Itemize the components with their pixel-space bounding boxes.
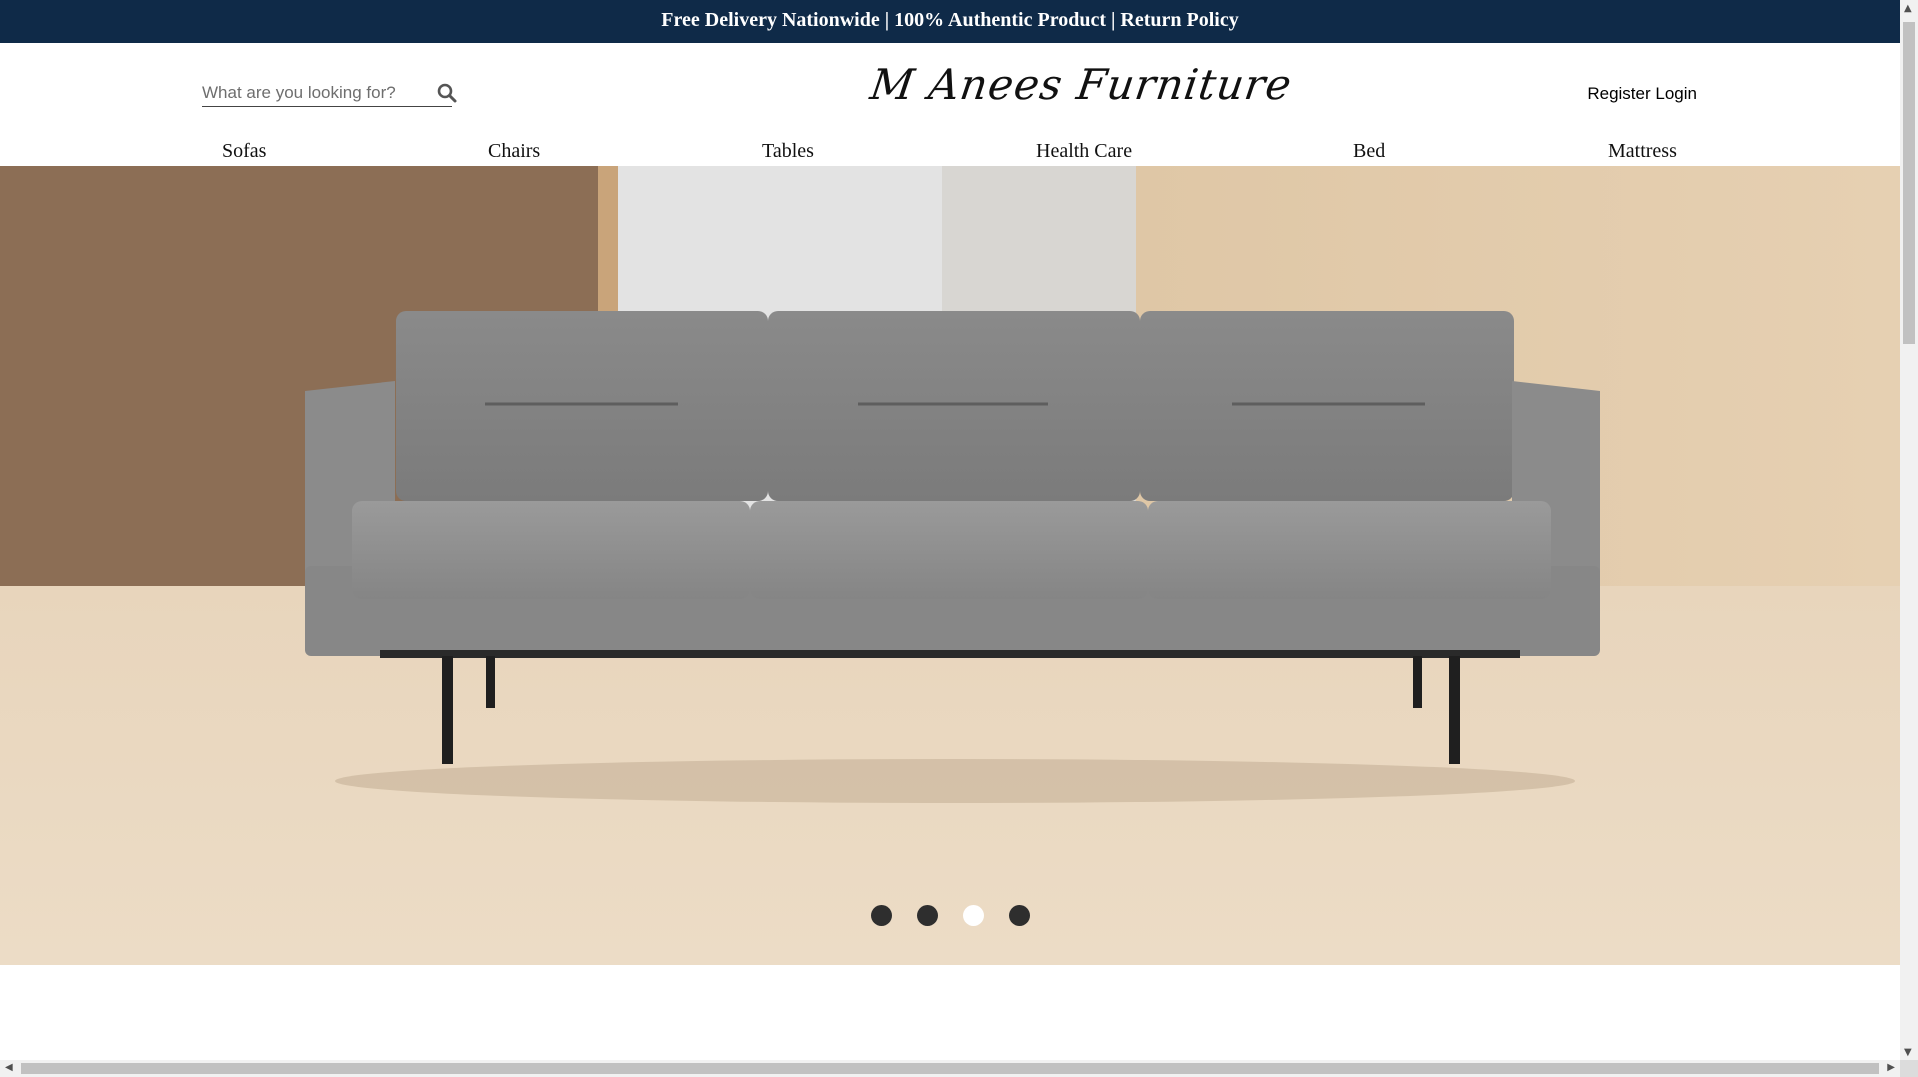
- account-links: Register Login: [1587, 84, 1697, 104]
- horizontal-scrollbar[interactable]: ◀ ▶: [0, 1060, 1900, 1077]
- scrollbar-corner: [1900, 1060, 1918, 1077]
- register-link[interactable]: Register: [1587, 84, 1650, 103]
- announcement-text: Free Delivery Nationwide | 100% Authenti…: [661, 9, 1239, 31]
- search-icon[interactable]: [436, 82, 458, 104]
- vertical-scrollbar-thumb[interactable]: [1903, 22, 1915, 344]
- nav-item-bed[interactable]: Bed: [1353, 140, 1385, 163]
- nav-item-chairs[interactable]: Chairs: [488, 140, 540, 163]
- nav-item-sofas[interactable]: Sofas: [222, 140, 266, 163]
- carousel-dot[interactable]: [871, 905, 892, 926]
- main-nav: Sofas Chairs Tables Health Care Bed Matt…: [0, 140, 1900, 166]
- nav-item-health-care[interactable]: Health Care: [1036, 140, 1132, 163]
- carousel-indicators: [0, 905, 1900, 927]
- logo-text: M Anees Furniture: [867, 60, 1296, 109]
- scroll-up-icon[interactable]: ▲: [1904, 4, 1912, 14]
- scroll-down-icon[interactable]: ▼: [1904, 1048, 1912, 1058]
- announcement-bar: Free Delivery Nationwide | 100% Authenti…: [0, 0, 1900, 43]
- scroll-left-icon[interactable]: ◀: [5, 1063, 13, 1073]
- nav-item-mattress[interactable]: Mattress: [1608, 140, 1677, 163]
- nav-item-tables[interactable]: Tables: [762, 140, 814, 163]
- carousel-dot[interactable]: [917, 905, 938, 926]
- vertical-scrollbar[interactable]: ▲ ▼: [1900, 0, 1918, 1060]
- carousel-dot-active[interactable]: [963, 905, 984, 926]
- carousel-dot[interactable]: [1009, 905, 1030, 926]
- search-input[interactable]: [202, 80, 422, 106]
- search-box[interactable]: [202, 80, 457, 107]
- scroll-right-icon[interactable]: ▶: [1887, 1063, 1895, 1073]
- horizontal-scrollbar-thumb[interactable]: [21, 1063, 1879, 1074]
- login-link[interactable]: Login: [1655, 84, 1697, 103]
- site-logo[interactable]: M Anees Furniture: [866, 60, 1295, 120]
- hero-slide-image: [0, 166, 1900, 965]
- hero-carousel[interactable]: [0, 166, 1900, 965]
